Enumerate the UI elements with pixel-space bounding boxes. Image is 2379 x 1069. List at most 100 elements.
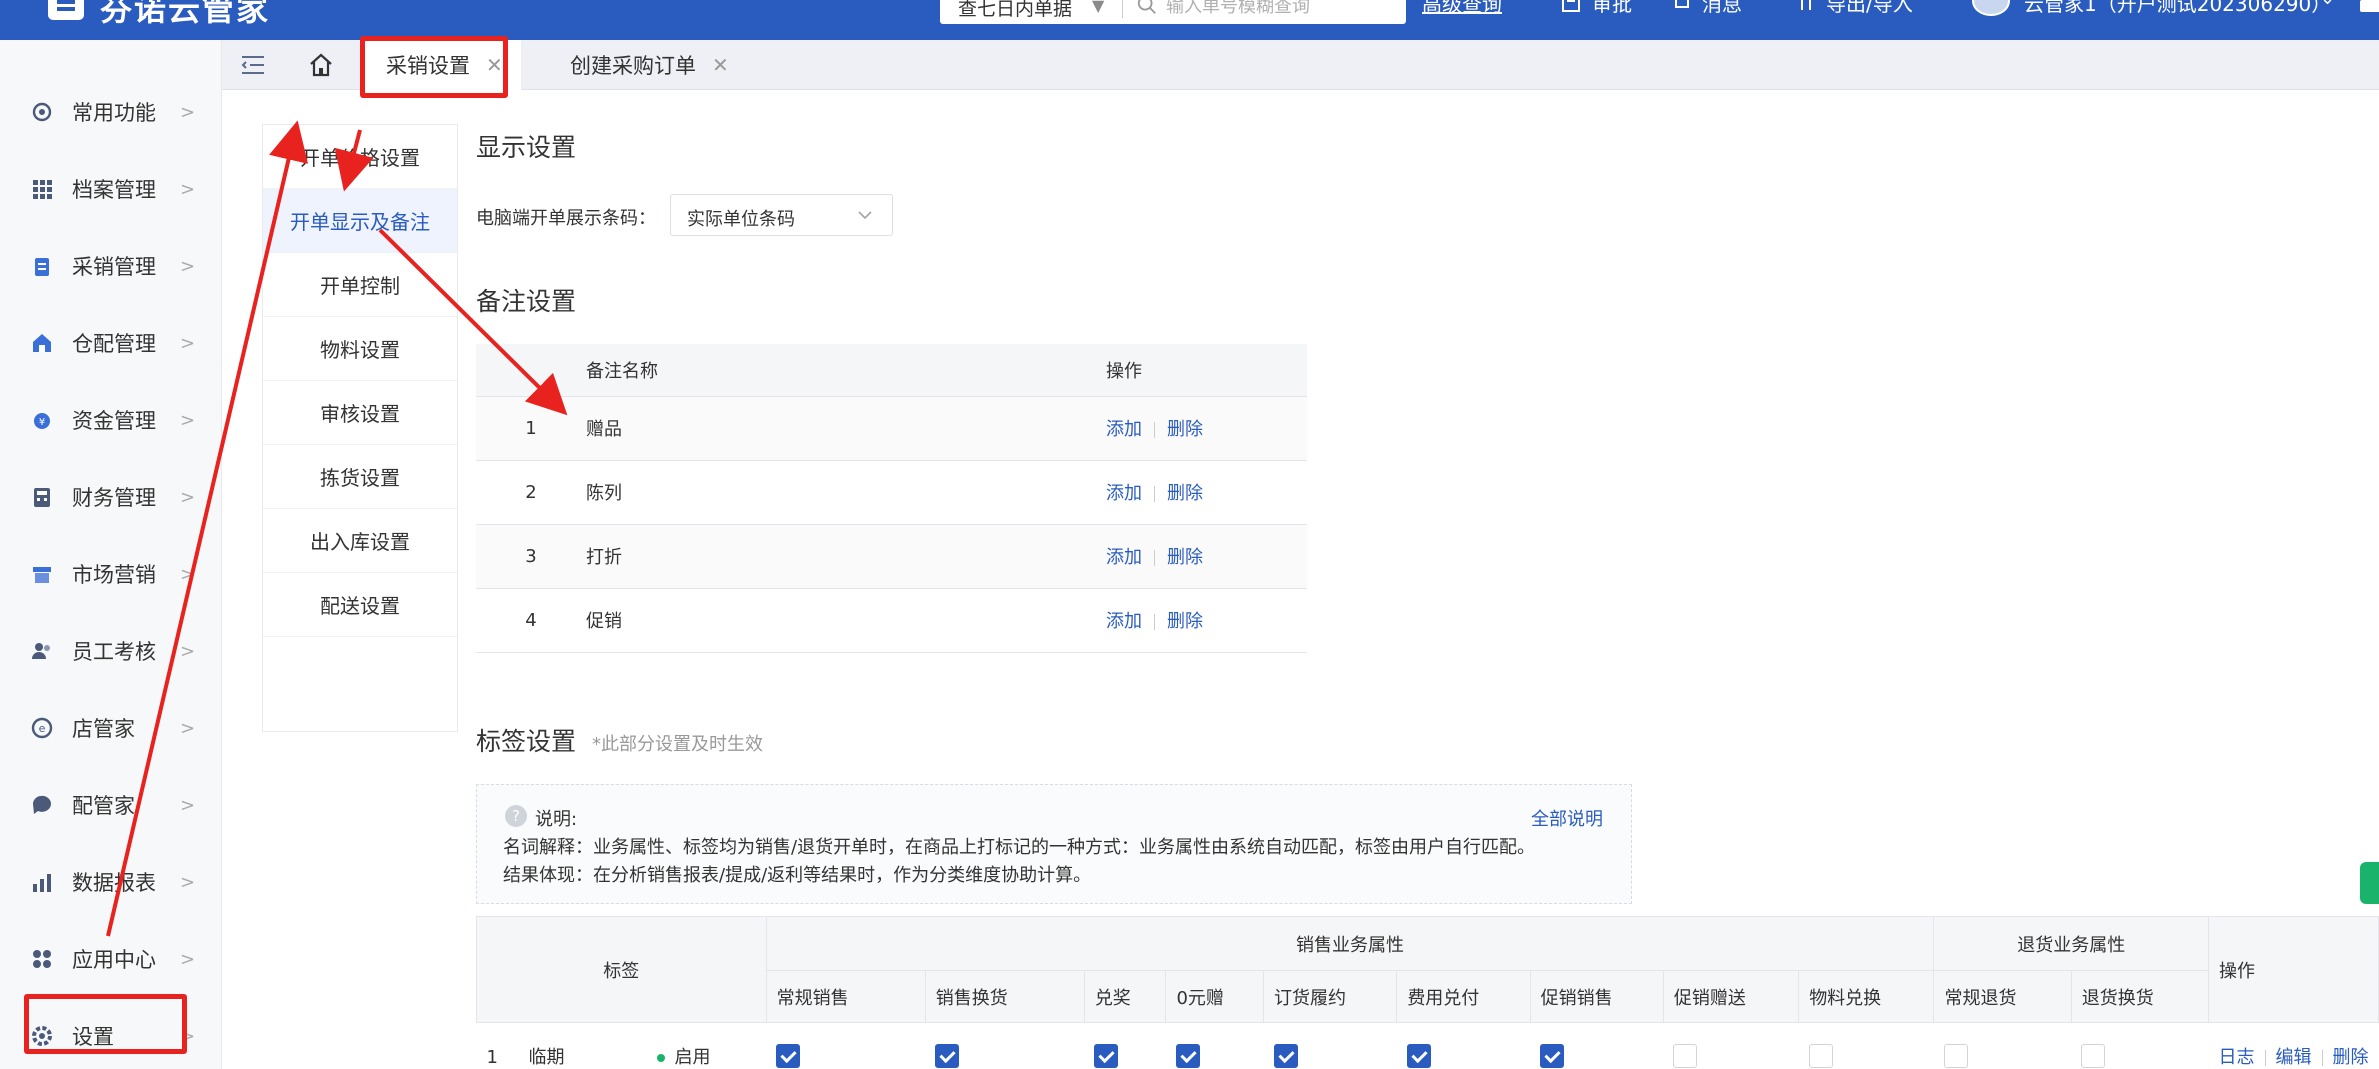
checkbox[interactable]	[935, 1043, 960, 1068]
row-index: 1	[486, 1046, 498, 1068]
approval-icon	[1562, 0, 1580, 12]
sidebar-item-money-bag[interactable]: ¥ 资金管理 >	[0, 390, 222, 450]
add-note-button[interactable]: 添加	[1106, 611, 1142, 632]
delete-note-button[interactable]: 删除	[1167, 611, 1203, 632]
approval-button[interactable]: 审批	[1560, 0, 1632, 17]
chevron-right-icon: >	[180, 640, 196, 662]
menu-collapse-icon[interactable]	[240, 54, 266, 76]
sidebar-item-clipboard[interactable]: 采销管理 >	[0, 236, 222, 296]
close-icon[interactable]: ✕	[712, 53, 729, 77]
submenu-item[interactable]: 物料设置	[263, 317, 457, 381]
divider	[1154, 550, 1155, 566]
row-action-log-button[interactable]: 日志	[2219, 1047, 2255, 1068]
chat-icon	[32, 795, 51, 814]
sidebar-item-star[interactable]: 常用功能 >	[0, 82, 222, 142]
submenu-item[interactable]: 配送设置	[263, 573, 457, 637]
chevron-down-icon[interactable]: ▼	[1092, 0, 1104, 15]
chevron-right-icon: >	[180, 871, 196, 893]
top-right-box	[2360, 0, 2379, 12]
checkbox[interactable]	[2081, 1043, 2106, 1068]
checkbox[interactable]	[1273, 1043, 1298, 1068]
svg-text:¥: ¥	[39, 417, 45, 428]
note-settings-title: 备注设置	[476, 287, 577, 316]
row-index: 4	[476, 588, 586, 653]
column-header: 退货换货	[2070, 970, 2210, 1023]
tag-table: 标签 销售业务属性 退货业务属性 操作 常规销售 销售换货 兑奖 0元赠 订货履约 费用兑付 促销销…	[476, 916, 2379, 1069]
submenu-item[interactable]: 开单显示及备注	[263, 189, 457, 253]
clipboard-icon	[35, 258, 49, 276]
home-icon[interactable]	[308, 52, 334, 78]
add-note-button[interactable]: 添加	[1106, 547, 1142, 568]
column-header: 操作	[1106, 344, 1307, 397]
submenu-item[interactable]: 开单控制	[263, 253, 457, 317]
sidebar-item-label: 财务管理	[72, 486, 156, 510]
full-explanation-link[interactable]: 全部说明	[1531, 805, 1603, 831]
sidebar-item-store[interactable]: 市场营销 >	[0, 544, 222, 604]
checkbox-cell	[766, 1022, 926, 1069]
search-scope-select[interactable]: 查七日内单据	[958, 0, 1072, 21]
sidebar-item-warehouse[interactable]: 仓配管理 >	[0, 313, 222, 373]
checkbox[interactable]	[1094, 1043, 1119, 1068]
row-actions: 添加 删除	[1106, 524, 1307, 589]
sidebar-item-label: 采销管理	[72, 255, 156, 279]
row-action-delete-button[interactable]: 删除	[2333, 1047, 2369, 1068]
divider	[1154, 614, 1155, 630]
question-icon: ?	[505, 805, 527, 827]
sidebar-item-calculator[interactable]: 财务管理 >	[0, 467, 222, 527]
avatar[interactable]	[1972, 0, 2010, 16]
checkbox[interactable]	[776, 1043, 801, 1068]
export-import-button[interactable]: 导出/导入	[1796, 0, 1913, 17]
chevron-right-icon: >	[180, 101, 196, 123]
checkbox[interactable]	[1808, 1043, 1833, 1068]
tab-create-purchase-order[interactable]: 创建采购订单 ✕	[546, 40, 747, 90]
sidebar-item-apps[interactable]: 应用中心 >	[0, 929, 222, 989]
submenu-item[interactable]: 拣货设置	[263, 445, 457, 509]
sidebar-item-chat[interactable]: 配管家 >	[0, 775, 222, 835]
checkbox-cell	[2071, 1022, 2209, 1069]
delete-note-button[interactable]: 删除	[1167, 483, 1203, 504]
checkbox[interactable]	[1673, 1043, 1698, 1068]
add-note-button[interactable]: 添加	[1106, 483, 1142, 504]
app-logo-icon	[48, 0, 84, 20]
submenu-item[interactable]: 审核设置	[263, 381, 457, 445]
sidebar-item-grid[interactable]: 档案管理 >	[0, 159, 222, 219]
checkbox[interactable]	[1540, 1043, 1565, 1068]
approval-label: 审批	[1592, 0, 1632, 16]
sidebar-item-people[interactable]: 员工考核 >	[0, 621, 222, 681]
sidebar-item-label: 配管家	[72, 794, 135, 818]
barcode-display-select[interactable]: 实际单位条码	[670, 194, 893, 236]
sidebar-item-shop[interactable]: e 店管家 >	[0, 698, 222, 758]
barcode-display-label: 电脑端开单展示条码：	[476, 208, 656, 229]
checkbox-cell	[1933, 1022, 2072, 1069]
info-title: 说明:	[535, 809, 578, 830]
app-title: 芬诺云管家	[100, 0, 271, 28]
tag-name: 临期	[528, 1046, 565, 1068]
divider	[2264, 1049, 2266, 1066]
row-action-edit-button[interactable]: 编辑	[2276, 1047, 2312, 1068]
table-row: 4 促销 添加 删除	[476, 588, 1307, 653]
search-input[interactable]	[1166, 0, 1396, 20]
search-icon[interactable]	[1136, 0, 1158, 16]
checkbox-cell	[1263, 1022, 1397, 1069]
checkbox[interactable]	[1175, 1043, 1200, 1068]
messages-button[interactable]: 消息	[1672, 0, 1742, 17]
checkbox[interactable]	[1943, 1043, 1968, 1068]
advanced-query-link[interactable]: 高级查询	[1422, 0, 1502, 17]
submenu-item[interactable]: 开单价格设置	[263, 125, 457, 189]
chevron-down-icon[interactable]: ⌄	[2320, 0, 2335, 9]
checkbox[interactable]	[1406, 1043, 1431, 1068]
add-note-button[interactable]: 添加	[1106, 419, 1142, 440]
submenu-item[interactable]: 出入库设置	[263, 509, 457, 573]
info-line-result: 结果体现：在分析销售报表/提成/返利等结果时，作为分类维度协助计算。	[503, 865, 1092, 886]
row-index: 3	[476, 524, 586, 589]
status-label: 启用	[674, 1046, 711, 1068]
delete-note-button[interactable]: 删除	[1167, 547, 1203, 568]
user-name[interactable]: 云管家1（开户测试202306290）	[2024, 0, 2331, 17]
delete-note-button[interactable]: 删除	[1167, 419, 1203, 440]
sidebar-item-bar-chart[interactable]: 数据报表 >	[0, 852, 222, 912]
side-float-tab[interactable]	[2360, 862, 2379, 904]
note-name: 赠品	[586, 396, 1106, 461]
chevron-right-icon: >	[180, 255, 196, 277]
shop-icon: e	[31, 717, 53, 739]
chevron-down-icon	[858, 211, 872, 220]
